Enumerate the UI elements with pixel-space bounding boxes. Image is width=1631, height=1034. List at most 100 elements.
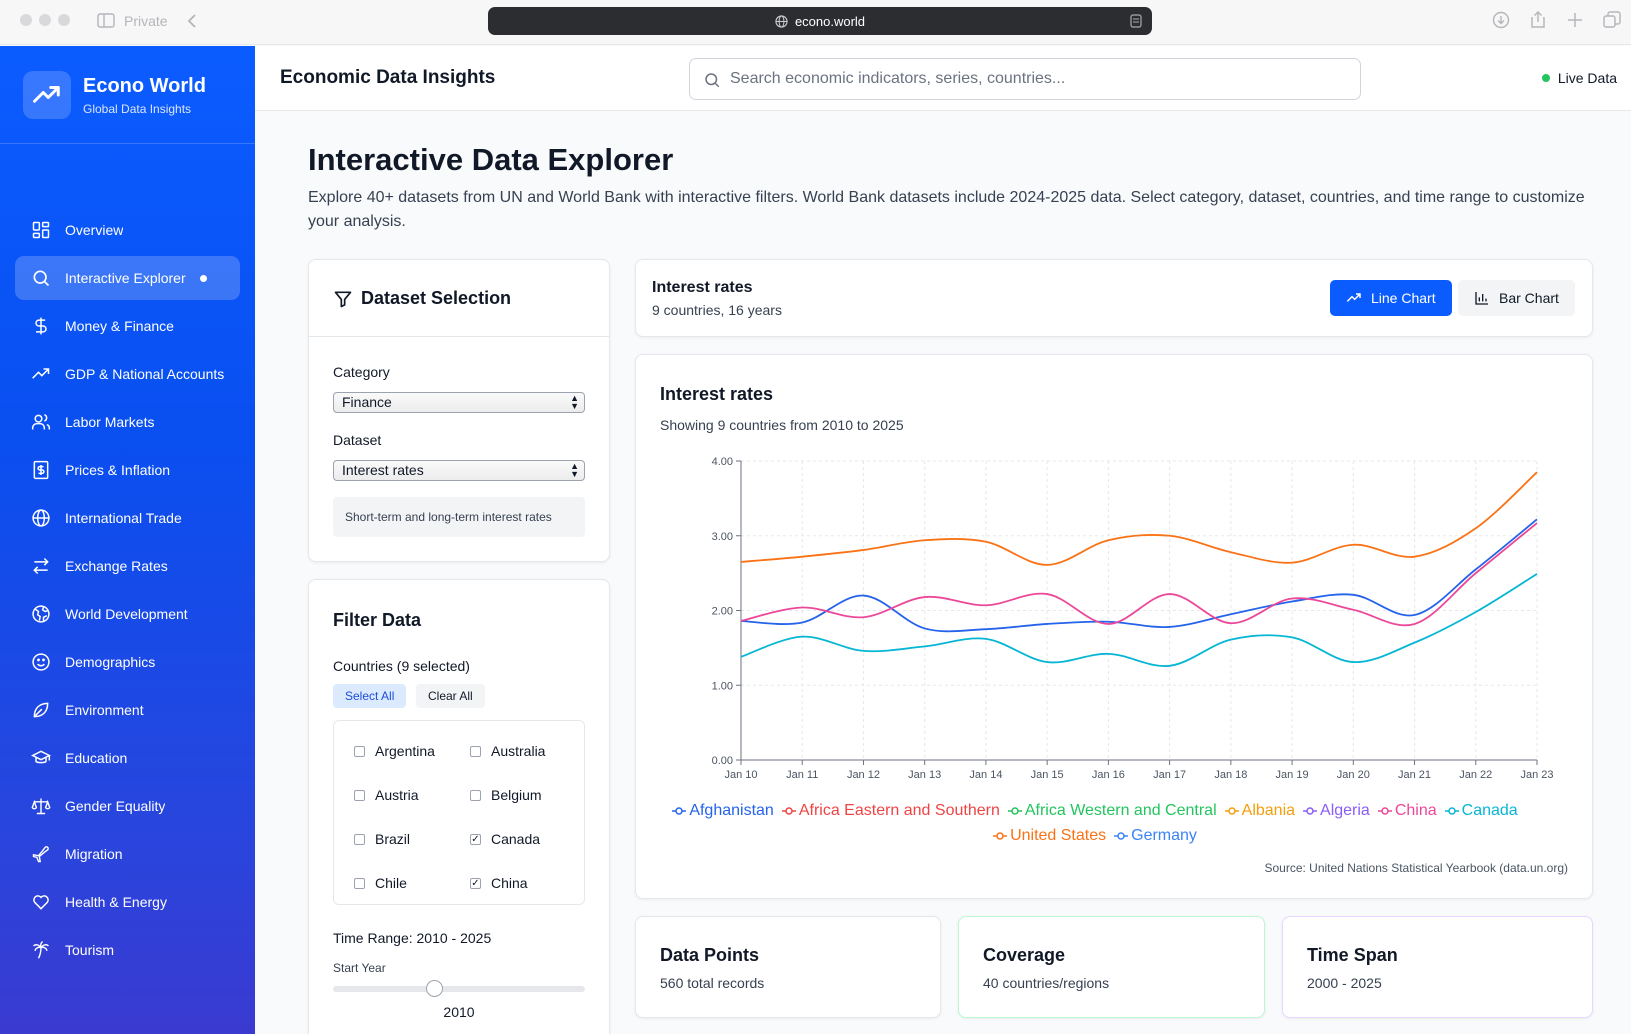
sidebar-item-environment[interactable]: Environment xyxy=(15,688,240,732)
chart-legend: Afghanistan Africa Eastern and Southern Af… xyxy=(660,799,1530,849)
start-year-slider[interactable] xyxy=(333,980,585,997)
country-name: China xyxy=(491,875,528,891)
search-box[interactable] xyxy=(689,58,1361,100)
sidebar-item-label: Overview xyxy=(65,222,124,238)
smile-icon xyxy=(32,653,50,671)
sidebar-item-overview[interactable]: Overview xyxy=(15,208,240,252)
address-bar[interactable]: econo.world xyxy=(488,7,1152,35)
back-icon[interactable] xyxy=(187,13,197,29)
search-icon xyxy=(33,270,50,287)
dataset-description: Short-term and long-term interest rates xyxy=(333,497,585,537)
country-checkbox-austria[interactable]: Austria xyxy=(354,787,419,803)
bar-chart-label: Bar Chart xyxy=(1499,290,1559,306)
leaf-icon xyxy=(33,702,49,718)
sidebar-item-education[interactable]: Education xyxy=(15,736,240,780)
x-tick-label: Jan 21 xyxy=(1398,769,1431,781)
download-icon[interactable] xyxy=(1492,11,1510,29)
checkbox[interactable] xyxy=(470,789,481,801)
sidebar-item-prices-inflation[interactable]: Prices & Inflation xyxy=(15,448,240,492)
country-checkbox-belgium[interactable]: Belgium xyxy=(470,787,542,803)
clear-all-button[interactable]: Clear All xyxy=(416,684,485,708)
arrows-exchange-icon xyxy=(33,557,49,575)
zoom-window-button[interactable] xyxy=(58,14,70,26)
y-tick-label: 4.00 xyxy=(712,456,733,468)
country-checkbox-chile[interactable]: Chile xyxy=(354,875,407,891)
sidebar-item-money-finance[interactable]: Money & Finance xyxy=(15,304,240,348)
sidebar-item-label: Gender Equality xyxy=(65,798,166,814)
line-chart-label: Line Chart xyxy=(1371,290,1436,306)
sidebar-item-label: Tourism xyxy=(65,942,115,958)
legend-item-germany[interactable]: Germany xyxy=(1114,824,1197,848)
stat-title: Time Span xyxy=(1307,945,1398,965)
y-tick-label: 1.00 xyxy=(712,680,733,692)
sidebar-item-gdp[interactable]: GDP & National Accounts xyxy=(15,352,240,396)
stat-card-time-span: Time Span 2000 - 2025 xyxy=(1282,916,1593,1018)
checkbox[interactable] xyxy=(354,789,365,801)
sidebar-nav: Overview Interactive Explorer Money & Fi… xyxy=(15,208,240,976)
country-checkbox-china[interactable]: ✓ China xyxy=(470,875,528,891)
close-window-button[interactable] xyxy=(20,14,32,26)
app-title: Economic Data Insights xyxy=(280,67,496,88)
checkbox[interactable] xyxy=(354,877,365,889)
country-checkbox-argentina[interactable]: Argentina xyxy=(354,743,435,759)
checkbox-checked[interactable]: ✓ xyxy=(470,877,481,889)
share-icon[interactable] xyxy=(1530,10,1546,29)
x-tick-label: Jan 14 xyxy=(969,769,1002,781)
start-year-value: 2010 xyxy=(443,1004,475,1020)
country-checkbox-australia[interactable]: Australia xyxy=(470,743,545,759)
sidebar-item-world-development[interactable]: World Development xyxy=(15,592,240,636)
sidebar-item-labor-markets[interactable]: Labor Markets xyxy=(15,400,240,444)
sidebar-item-tourism[interactable]: Tourism xyxy=(15,928,240,972)
legend-item-china[interactable]: China xyxy=(1377,799,1437,823)
legend-item-africa-western-and-central[interactable]: Africa Western and Central xyxy=(1007,799,1217,823)
x-tick-label: Jan 23 xyxy=(1520,769,1553,781)
sidebar-item-demographics[interactable]: Demographics xyxy=(15,640,240,684)
legend-item-afghanistan[interactable]: Afghanistan xyxy=(672,799,774,823)
bar-chart-button[interactable]: Bar Chart xyxy=(1458,280,1575,316)
legend-marker-icon xyxy=(1444,807,1459,815)
sidebar-item-exchange-rates[interactable]: Exchange Rates xyxy=(15,544,240,588)
y-tick-label: 2.00 xyxy=(712,606,733,618)
brand-logo[interactable] xyxy=(23,71,71,119)
category-value: Finance xyxy=(342,394,392,410)
checkbox[interactable] xyxy=(470,745,481,757)
legend-item-algeria[interactable]: Algeria xyxy=(1303,799,1370,823)
sidebar-item-gender-equality[interactable]: Gender Equality xyxy=(15,784,240,828)
legend-item-africa-eastern-and-southern[interactable]: Africa Eastern and Southern xyxy=(781,799,1000,823)
slider-thumb[interactable] xyxy=(425,980,443,997)
x-tick-label: Jan 16 xyxy=(1092,769,1125,781)
sidebar-item-label: Environment xyxy=(65,702,144,718)
users-icon xyxy=(31,413,51,430)
country-checkbox-canada[interactable]: ✓ Canada xyxy=(470,831,540,847)
sidebar-item-label: World Development xyxy=(65,606,188,622)
x-tick-label: Jan 22 xyxy=(1459,769,1492,781)
legend-label: Germany xyxy=(1131,827,1197,844)
minimize-window-button[interactable] xyxy=(39,14,51,26)
line-chart-button[interactable]: Line Chart xyxy=(1330,280,1452,316)
chart-source: Source: United Nations Statistical Yearb… xyxy=(1264,861,1568,875)
checkbox[interactable] xyxy=(354,745,365,757)
sidebar-item-migration[interactable]: Migration xyxy=(15,832,240,876)
country-checkbox-brazil[interactable]: Brazil xyxy=(354,831,410,847)
search-input[interactable] xyxy=(730,59,1350,99)
sidebar-item-health-energy[interactable]: Health & Energy xyxy=(15,880,240,924)
brand: Econo World Global Data Insights xyxy=(0,46,255,144)
tab-overview-icon[interactable] xyxy=(1603,11,1621,29)
country-name: Argentina xyxy=(375,743,435,759)
category-label: Category xyxy=(333,364,390,380)
dataset-select[interactable]: Interest rates ▲ ▼ xyxy=(333,460,585,481)
new-tab-icon[interactable] xyxy=(1567,12,1583,28)
checkbox[interactable] xyxy=(354,833,365,845)
sidebar-item-international-trade[interactable]: International Trade xyxy=(15,496,240,540)
legend-item-albania[interactable]: Albania xyxy=(1224,799,1295,823)
checkbox-checked[interactable]: ✓ xyxy=(470,833,481,845)
sidebar-item-interactive-explorer[interactable]: Interactive Explorer xyxy=(15,256,240,300)
select-all-button[interactable]: Select All xyxy=(333,684,407,708)
category-select[interactable]: Finance ▲ ▼ xyxy=(333,392,585,413)
legend-item-canada[interactable]: Canada xyxy=(1444,799,1518,823)
legend-marker-icon xyxy=(1303,807,1318,815)
sidebar-toggle-icon[interactable] xyxy=(97,13,115,28)
legend-item-united-states[interactable]: United States xyxy=(993,824,1106,848)
reader-icon[interactable] xyxy=(1130,14,1142,28)
receipt-dollar-icon xyxy=(33,460,49,480)
